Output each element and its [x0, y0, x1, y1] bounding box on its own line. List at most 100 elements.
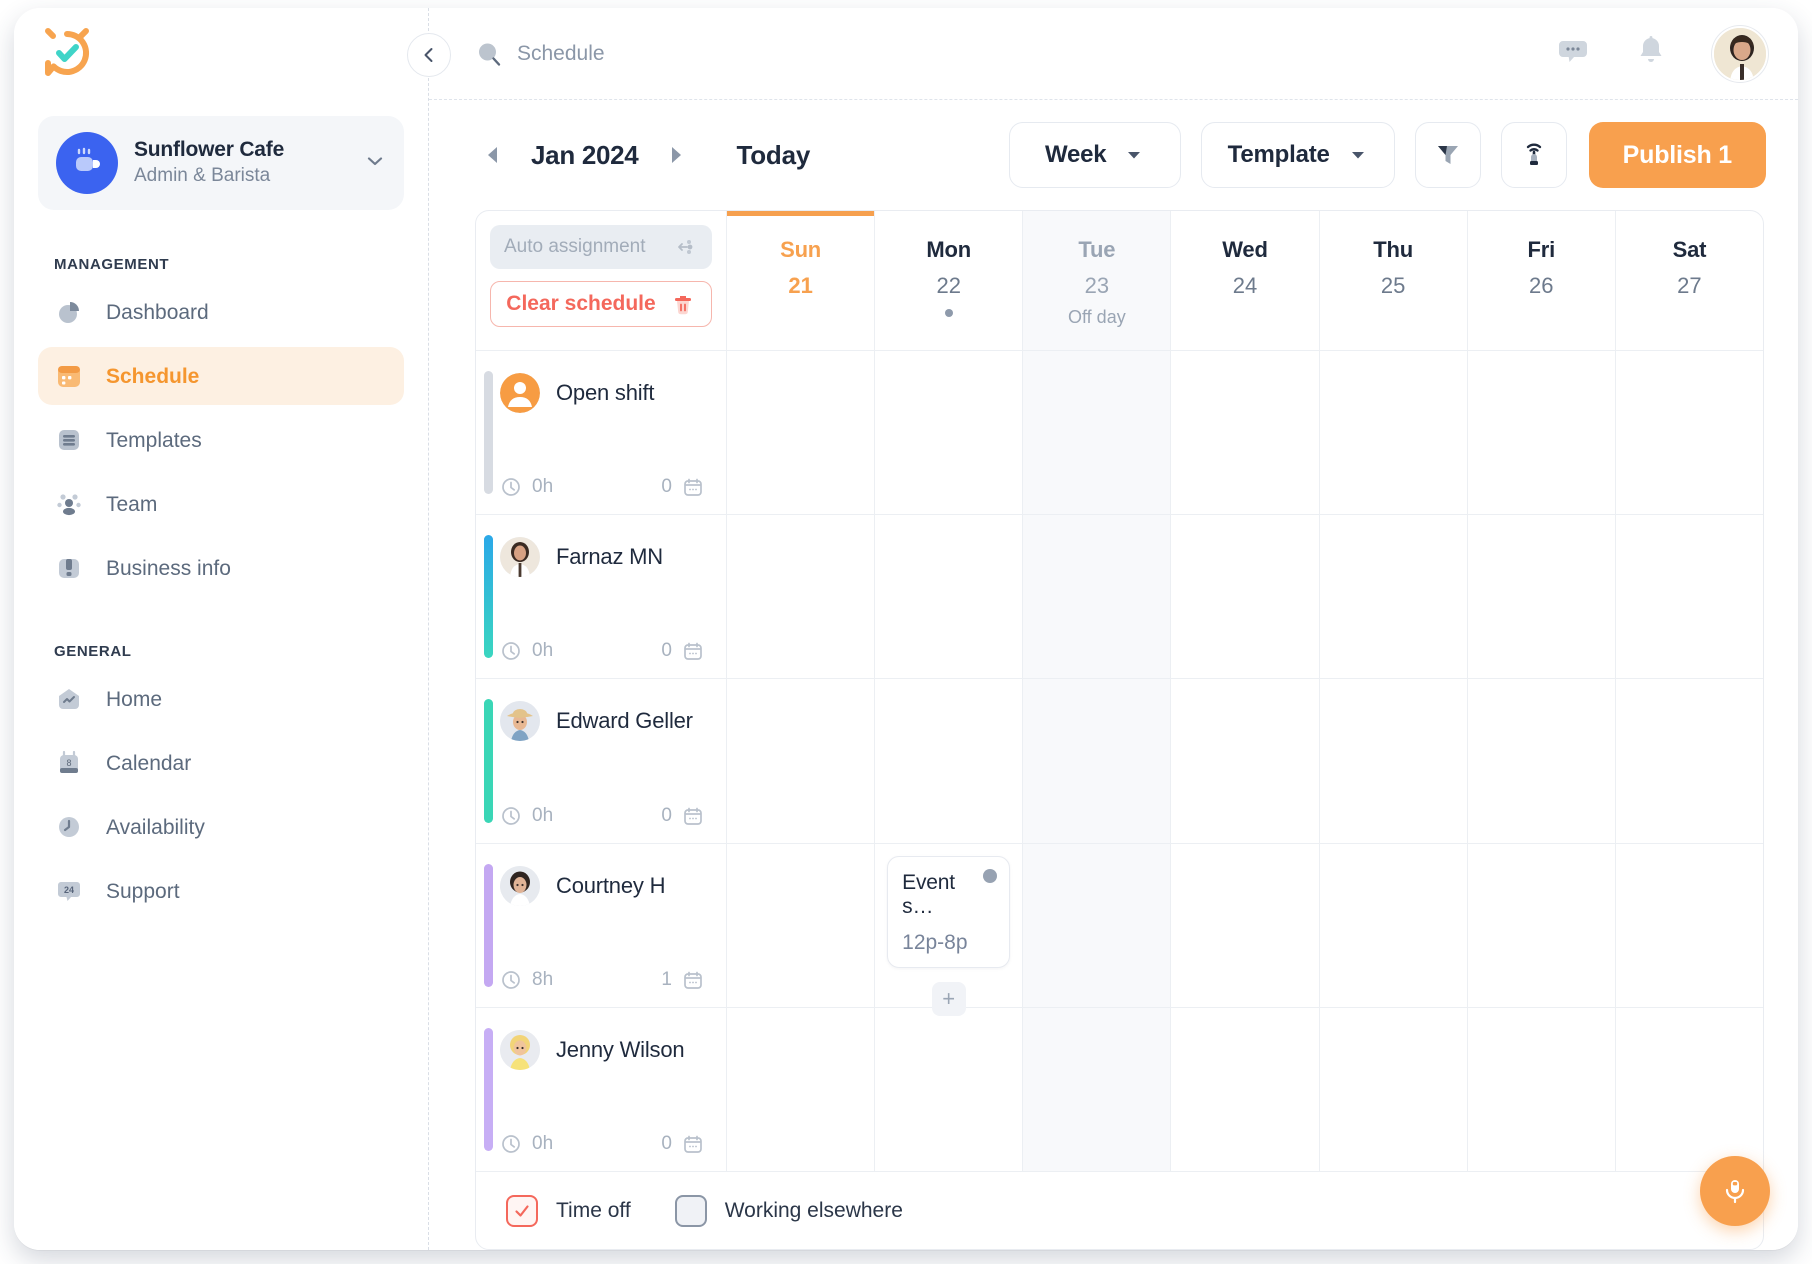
calendar-icon — [54, 361, 84, 391]
grid-header-day[interactable]: Thu 25 — [1319, 211, 1467, 350]
schedule-cell[interactable] — [1615, 1008, 1763, 1171]
sidebar-item-calendar[interactable]: 8 Calendar — [38, 734, 404, 792]
org-name: Sunflower Cafe — [134, 137, 348, 163]
sidebar-item-label: Calendar — [106, 753, 191, 774]
schedule-cell[interactable] — [726, 351, 874, 514]
schedule-cell[interactable] — [1615, 679, 1763, 842]
publish-button-label: Publish 1 — [1623, 141, 1732, 170]
auto-assignment-label: Auto assignment — [504, 236, 646, 258]
schedule-cell[interactable] — [1319, 844, 1467, 1007]
schedule-cell[interactable] — [1170, 515, 1318, 678]
legend-label: Time off — [556, 1199, 631, 1223]
schedule-cell[interactable] — [726, 679, 874, 842]
view-select[interactable]: Week — [1009, 122, 1181, 188]
shift-card[interactable]: Event s… 12p-8p — [887, 856, 1010, 968]
grid-header-day[interactable]: Wed 24 — [1170, 211, 1318, 350]
schedule-cell[interactable] — [726, 515, 874, 678]
schedule-cell[interactable] — [1170, 1008, 1318, 1171]
sidebar-item-schedule[interactable]: Schedule — [38, 347, 404, 405]
chat-bubble-icon[interactable] — [1556, 34, 1590, 73]
calendar-icon — [682, 805, 704, 827]
org-switcher[interactable]: Sunflower Cafe Admin & Barista — [38, 116, 404, 210]
clear-schedule-button[interactable]: Clear schedule — [490, 281, 712, 327]
auto-assignment-button[interactable]: Auto assignment — [490, 225, 712, 269]
grid-header-day[interactable]: Sun 21 — [726, 211, 874, 350]
template-select[interactable]: Template — [1201, 122, 1395, 188]
schedule-cell[interactable] — [1467, 515, 1615, 678]
schedule-cell[interactable] — [1319, 515, 1467, 678]
legend-working-elsewhere[interactable]: Working elsewhere — [675, 1195, 903, 1227]
calendar-icon — [682, 1133, 704, 1155]
employee-hours-value: 0h — [532, 640, 553, 662]
sidebar-item-team[interactable]: Team — [38, 475, 404, 533]
schedule-cell[interactable] — [1319, 679, 1467, 842]
sidebar-item-business-info[interactable]: Business info — [38, 539, 404, 597]
search-icon — [475, 40, 503, 68]
employee-cell[interactable]: Courtney H 8h — [476, 844, 726, 1007]
grid-header-day[interactable]: Sat 27 — [1615, 211, 1763, 350]
sidebar-item-templates[interactable]: Templates — [38, 411, 404, 469]
schedule-cell[interactable] — [726, 1008, 874, 1171]
schedule-cell[interactable] — [1467, 679, 1615, 842]
employee-cell[interactable]: Jenny Wilson 0h — [476, 1008, 726, 1171]
search-input[interactable]: Schedule — [475, 40, 605, 68]
employee-hours: 0h — [500, 805, 553, 827]
grid-header-day[interactable]: Tue 23 Off day — [1022, 211, 1170, 350]
schedule-cell[interactable] — [1022, 351, 1170, 514]
grid-header-day[interactable]: Mon 22 — [874, 211, 1022, 350]
schedule-cell[interactable] — [1467, 1008, 1615, 1171]
schedule-cell[interactable] — [874, 351, 1022, 514]
schedule-cell[interactable] — [1170, 844, 1318, 1007]
schedule-cell[interactable] — [726, 844, 874, 1007]
sidebar-item-label: Home — [106, 689, 162, 710]
sidebar-item-support[interactable]: 24 Support — [38, 862, 404, 920]
day-date: 27 — [1677, 273, 1701, 299]
grid-header-day[interactable]: Fri 26 — [1467, 211, 1615, 350]
voice-assistant-button[interactable] — [1700, 1156, 1770, 1226]
employee-cell[interactable]: Open shift 0h — [476, 351, 726, 514]
bell-icon[interactable] — [1634, 34, 1668, 73]
schedule-cell[interactable] — [1170, 679, 1318, 842]
chevron-down-icon[interactable] — [364, 150, 386, 177]
schedule-cell[interactable] — [874, 679, 1022, 842]
svg-text:8: 8 — [66, 758, 71, 768]
schedule-cell[interactable] — [1615, 844, 1763, 1007]
schedule-cell[interactable] — [1022, 679, 1170, 842]
schedule-cell[interactable] — [1467, 844, 1615, 1007]
schedule-cell[interactable] — [1319, 1008, 1467, 1171]
app-logo[interactable] — [14, 8, 428, 80]
publish-settings-button[interactable] — [1501, 122, 1567, 188]
schedule-cell[interactable] — [1319, 351, 1467, 514]
legend-time-off[interactable]: Time off — [506, 1195, 631, 1227]
schedule-cell[interactable] — [874, 515, 1022, 678]
schedule-cell[interactable] — [1022, 1008, 1170, 1171]
avatar — [500, 373, 540, 413]
avatar[interactable] — [1712, 26, 1768, 82]
schedule-cell[interactable] — [1022, 515, 1170, 678]
sidebar-item-availability[interactable]: Availability — [38, 798, 404, 856]
employee-hours-value: 0h — [532, 1133, 553, 1155]
day-name: Tue — [1078, 237, 1115, 263]
schedule-cell[interactable] — [1467, 351, 1615, 514]
prev-month-button[interactable] — [475, 136, 513, 174]
chevron-down-icon — [1348, 145, 1368, 165]
schedule-cell[interactable] — [1022, 844, 1170, 1007]
employee-color-bar — [484, 699, 493, 822]
schedule-cell[interactable] — [1170, 351, 1318, 514]
today-button[interactable]: Today — [736, 140, 810, 171]
schedule-cell[interactable] — [1615, 515, 1763, 678]
schedule-cell[interactable] — [874, 1008, 1022, 1171]
sidebar-collapse-button[interactable] — [407, 33, 451, 77]
clock-icon — [54, 812, 84, 842]
employee-cell[interactable]: Farnaz MN 0h — [476, 515, 726, 678]
list-icon — [54, 425, 84, 455]
day-name: Sat — [1673, 237, 1707, 263]
employee-cell[interactable]: Edward Geller 0h — [476, 679, 726, 842]
publish-button[interactable]: Publish 1 — [1589, 122, 1766, 188]
filter-button[interactable] — [1415, 122, 1481, 188]
next-month-button[interactable] — [656, 136, 694, 174]
schedule-cell[interactable] — [1615, 351, 1763, 514]
schedule-cell[interactable]: Event s… 12p-8p + — [874, 844, 1022, 1007]
sidebar-item-home[interactable]: Home — [38, 670, 404, 728]
sidebar-item-dashboard[interactable]: Dashboard — [38, 283, 404, 341]
